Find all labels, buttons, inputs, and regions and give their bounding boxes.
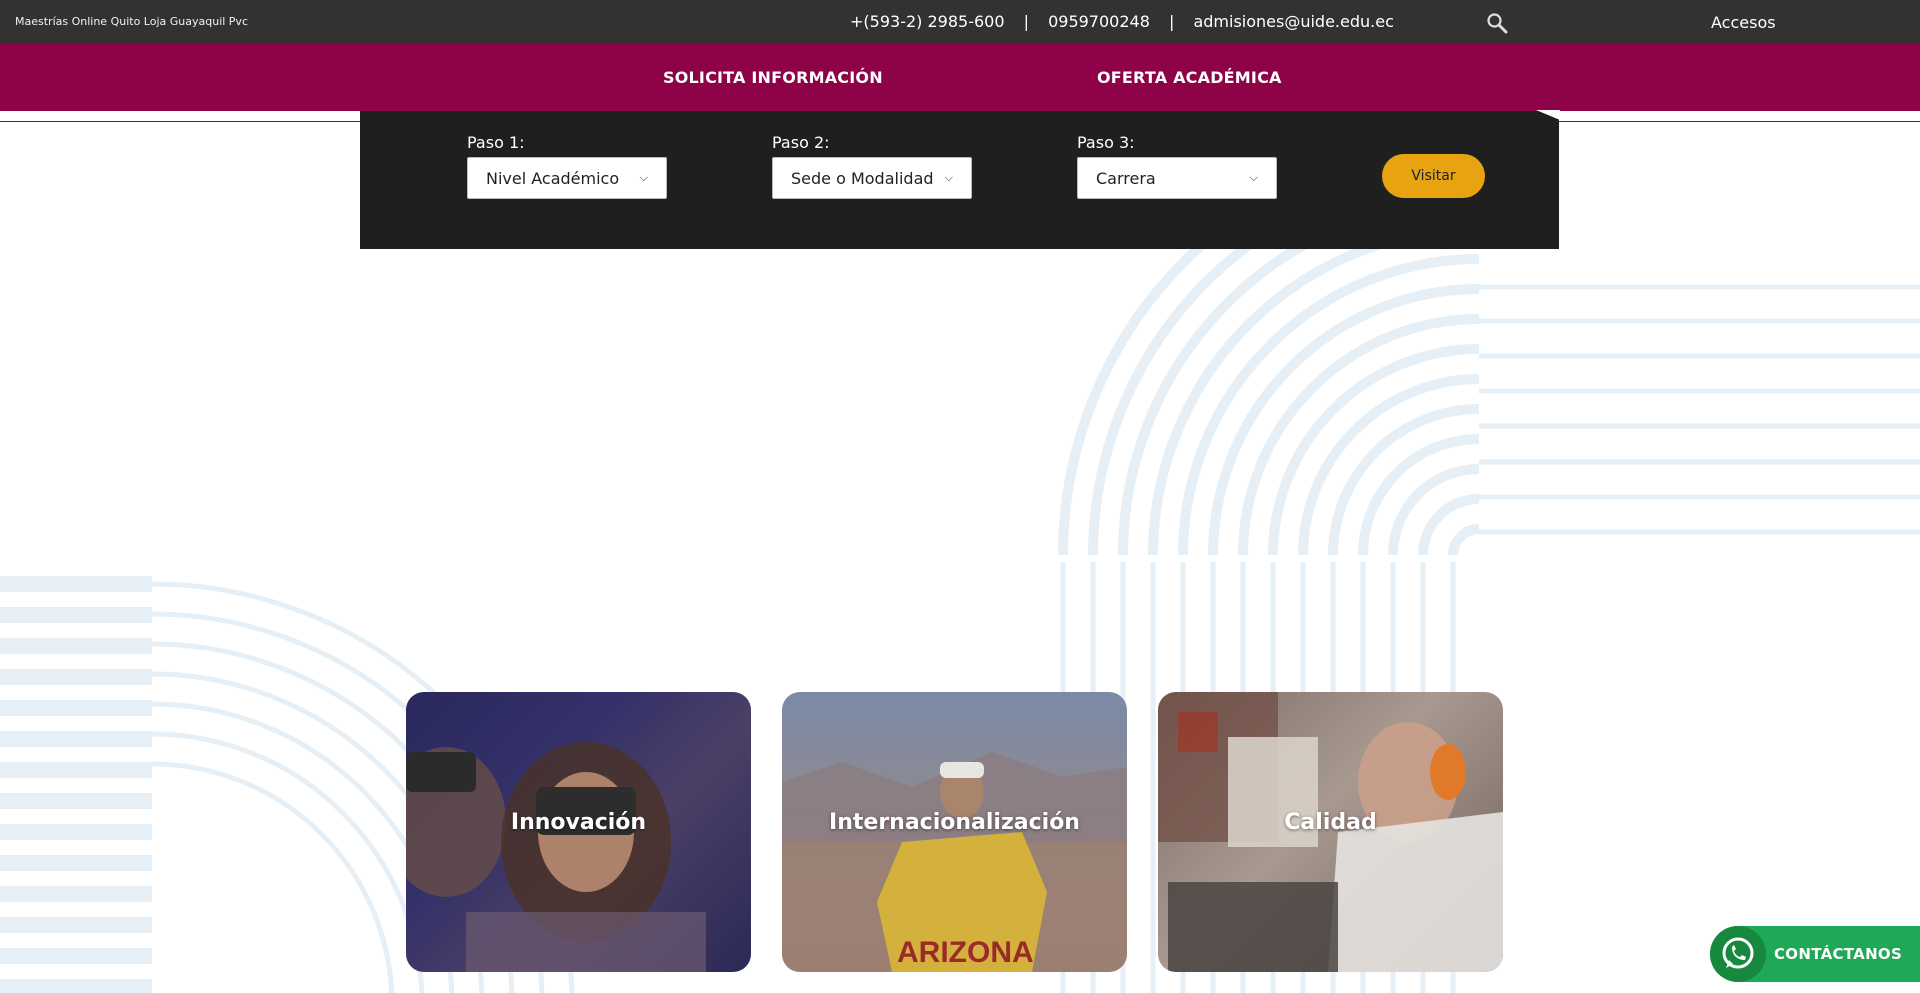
chevron-down-icon: ⌵ — [1249, 171, 1258, 184]
main-menu: SOLICITA INFORMACIÓN OFERTA ACADÉMICA — [0, 44, 1920, 111]
card-title: Calidad — [1284, 810, 1377, 835]
mobile-phone-link[interactable]: 0959700248 — [1048, 12, 1150, 31]
locations-links[interactable]: Maestrías Online Quito Loja Guayaquil Pv… — [15, 15, 248, 28]
menu-item-solicita-informacion[interactable]: SOLICITA INFORMACIÓN — [663, 68, 883, 87]
top-bar: Maestrías Online Quito Loja Guayaquil Pv… — [0, 0, 1920, 44]
step-1-label: Paso 1: — [467, 133, 525, 152]
step-2-label: Paso 2: — [772, 133, 830, 152]
whatsapp-icon — [1710, 926, 1766, 982]
phone-link[interactable]: +(593-2) 2985-600 — [850, 12, 1005, 31]
card-title: Internacionalización — [829, 810, 1080, 835]
program-finder: Paso 1: Nivel Académico ⌵ Paso 2: Sede o… — [360, 110, 1560, 249]
corner-notch — [1536, 110, 1560, 120]
career-value: Carrera — [1096, 168, 1156, 188]
career-select[interactable]: Carrera ⌵ — [1077, 157, 1277, 199]
chevron-down-icon: ⌵ — [639, 171, 648, 184]
campus-modality-value: Sede o Modalidad — [791, 168, 934, 188]
chevron-down-icon: ⌵ — [944, 171, 953, 184]
campus-modality-select[interactable]: Sede o Modalidad ⌵ — [772, 157, 972, 199]
card-innovacion[interactable]: Innovación — [406, 692, 751, 972]
academic-level-select[interactable]: Nivel Académico ⌵ — [467, 157, 667, 199]
visit-button[interactable]: Visitar — [1382, 154, 1485, 198]
whatsapp-contact-button[interactable]: CONTÁCTANOS — [1710, 926, 1920, 982]
email-link[interactable]: admisiones@uide.edu.ec — [1193, 12, 1393, 31]
card-calidad[interactable]: Calidad — [1158, 692, 1503, 972]
step-3-label: Paso 3: — [1077, 133, 1135, 152]
whatsapp-label: CONTÁCTANOS — [1774, 945, 1903, 963]
search-icon[interactable] — [1486, 12, 1508, 34]
menu-item-oferta-academica[interactable]: OFERTA ACADÉMICA — [1097, 68, 1282, 87]
separator: | — [1023, 12, 1029, 31]
accesos-menu[interactable]: Accesos — [1711, 13, 1776, 32]
separator: | — [1168, 12, 1175, 31]
contact-info: +(593-2) 2985-600 | 0959700248 | admisio… — [850, 12, 1394, 31]
academic-level-value: Nivel Académico — [486, 168, 620, 188]
svg-text:ARIZONA: ARIZONA — [897, 936, 1034, 969]
card-internacionalizacion[interactable]: ARIZONA Internacionalización — [782, 692, 1127, 972]
card-title: Innovación — [510, 810, 647, 835]
